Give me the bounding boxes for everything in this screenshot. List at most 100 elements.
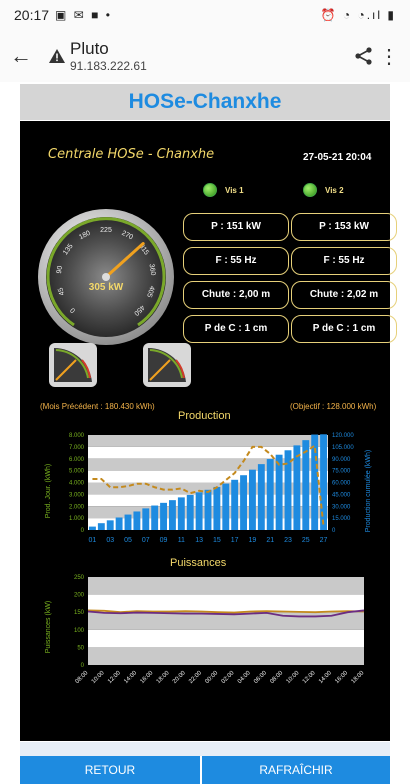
back-button[interactable]: RETOUR bbox=[20, 756, 200, 784]
x-tick-label: 10:00 bbox=[91, 670, 106, 685]
cumulative-bar bbox=[249, 469, 256, 530]
x-tick-label: 14:00 bbox=[318, 670, 333, 685]
browser-page-title: Pluto bbox=[70, 39, 109, 58]
refresh-button[interactable]: RAFRAÎCHIR bbox=[202, 756, 390, 784]
vis2-frequency: F : 55 Hz bbox=[291, 247, 397, 275]
x-tick-label: 11 bbox=[178, 537, 185, 544]
vis1-pdc: P de C : 1 cm bbox=[183, 315, 289, 343]
vis2-power: P : 153 kW bbox=[291, 213, 397, 241]
vis2-pdc: P de C : 1 cm bbox=[291, 315, 397, 343]
y2-tick-label: 15.000 bbox=[332, 516, 351, 522]
x-tick-label: 07 bbox=[142, 537, 150, 544]
more-vertical-icon[interactable]: ⋮ bbox=[378, 44, 400, 69]
y-tick-label: 4.000 bbox=[69, 481, 85, 487]
x-tick-label: 12:00 bbox=[302, 670, 317, 685]
y-tick-label: 7.000 bbox=[69, 445, 85, 451]
y-tick-label: 6.000 bbox=[69, 457, 85, 463]
datetime-label: 27-05-21 20:04 bbox=[303, 152, 372, 163]
cumulative-bar bbox=[302, 440, 310, 530]
status-bar: 20:17 ▣ ✉ ■ • ⏰ ◔ ◔.ıl ▮ bbox=[0, 0, 410, 30]
x-tick-label: 17 bbox=[231, 537, 239, 544]
x-tick-label: 01 bbox=[89, 537, 97, 544]
vis1-indicator: Vis 1 bbox=[203, 183, 244, 197]
x-tick-label: 02:00 bbox=[221, 670, 236, 685]
x-tick-label: 19 bbox=[249, 537, 257, 544]
cumulative-bar bbox=[240, 475, 247, 530]
cumulative-bar bbox=[186, 494, 194, 530]
vis2-chute: Chute : 2,02 m bbox=[291, 281, 397, 309]
cumulative-bar bbox=[257, 464, 265, 530]
x-tick-label: 18:00 bbox=[156, 670, 171, 685]
y2-tick-label: 60.000 bbox=[332, 481, 351, 487]
page-title: HOSe-Chanxhe bbox=[20, 84, 390, 120]
y2-tick-label: 90.000 bbox=[332, 457, 351, 463]
prev-month-label: (Mois Précédent : 180.430 kWh) bbox=[40, 402, 155, 411]
cumulative-bar bbox=[320, 434, 327, 530]
x-tick-label: 10:00 bbox=[286, 670, 301, 685]
cumulative-bar bbox=[142, 508, 150, 530]
y2-tick-label: 30.000 bbox=[332, 504, 351, 510]
cumulative-bar bbox=[106, 520, 114, 530]
cumulative-bar bbox=[151, 505, 159, 530]
centrale-label: Centrale HOSe - Chanxhe bbox=[48, 147, 215, 162]
production-title: Production bbox=[178, 410, 231, 422]
cumulative-bar bbox=[160, 502, 167, 530]
x-tick-label: 27 bbox=[320, 537, 328, 544]
grid-band bbox=[88, 435, 328, 447]
warning-icon[interactable] bbox=[48, 48, 66, 64]
production-ylabel: Prod. Jour. (kWh) bbox=[45, 464, 52, 518]
cumulative-bar bbox=[97, 523, 105, 530]
y-tick-label: 150 bbox=[74, 610, 85, 616]
vis1-frequency: F : 55 Hz bbox=[183, 247, 289, 275]
x-tick-label: 21 bbox=[266, 537, 274, 544]
vis1-mini-gauge bbox=[49, 343, 97, 387]
page-address[interactable]: Pluto 91.183.222.61 bbox=[70, 39, 147, 73]
vis2-label: Vis 2 bbox=[325, 185, 344, 195]
grid-band bbox=[88, 470, 328, 483]
footer-strip bbox=[20, 742, 390, 756]
puissances-title: Puissances bbox=[170, 557, 227, 569]
cumulative-bar bbox=[213, 486, 221, 530]
cumulative-bar bbox=[133, 511, 141, 530]
arrow-left-icon[interactable]: ← bbox=[10, 43, 40, 69]
y2-tick-label: 105.000 bbox=[332, 445, 354, 451]
dashboard-panel: Centrale HOSe - Chanxhe 27-05-21 20:04 V… bbox=[20, 121, 397, 741]
cumulative-bar bbox=[124, 514, 132, 530]
grid-band bbox=[88, 647, 364, 665]
cumulative-bar bbox=[293, 445, 301, 530]
x-tick-label: 06:00 bbox=[253, 670, 268, 685]
cumulative-bar bbox=[222, 483, 230, 530]
share-icon[interactable] bbox=[350, 46, 378, 66]
browser-url: 91.183.222.61 bbox=[70, 59, 147, 73]
y-tick-label: 200 bbox=[74, 593, 85, 599]
x-tick-label: 04:00 bbox=[237, 670, 252, 685]
x-tick-label: 16:00 bbox=[334, 670, 349, 685]
x-tick-label: 22:00 bbox=[188, 670, 203, 685]
notification-icons: ▣ ✉ ■ • bbox=[55, 8, 112, 22]
y2-tick-label: 75.000 bbox=[332, 469, 351, 475]
puissances-ylabel: Puissances (kW) bbox=[45, 601, 52, 654]
vis1-chute: Chute : 2,00 m bbox=[183, 281, 289, 309]
x-tick-label: 08:00 bbox=[75, 670, 90, 685]
y-tick-label: 100 bbox=[74, 628, 85, 634]
cumulative-bar bbox=[275, 454, 283, 530]
grid-band bbox=[88, 629, 364, 648]
cumulative-bar bbox=[115, 517, 123, 530]
x-tick-label: 15 bbox=[213, 537, 221, 544]
gauge-value-label: 305 kW bbox=[89, 282, 124, 293]
puissances-chart: Puissances 050100150200250 08:00 10:00 12:… bbox=[45, 557, 366, 685]
y-tick-label: 8.000 bbox=[69, 433, 85, 439]
x-tick-label: 18:00 bbox=[351, 670, 366, 685]
production-y2label: Production cumulée (kWh) bbox=[365, 450, 372, 532]
system-icons: ⏰ ◔ ◔.ıl ▮ bbox=[320, 8, 396, 22]
x-tick-label: 09 bbox=[160, 537, 168, 544]
cumulative-bar bbox=[204, 489, 212, 530]
y-tick-label: 2.000 bbox=[69, 504, 85, 510]
y2-tick-label: 120.000 bbox=[332, 433, 354, 439]
x-tick-label: 25 bbox=[302, 537, 310, 544]
y-tick-label: 50 bbox=[77, 645, 84, 651]
status-time: 20:17 bbox=[14, 7, 50, 23]
cumulative-bar bbox=[177, 497, 185, 530]
x-tick-label: 20:00 bbox=[172, 670, 187, 685]
x-tick-label: 16:00 bbox=[139, 670, 154, 685]
